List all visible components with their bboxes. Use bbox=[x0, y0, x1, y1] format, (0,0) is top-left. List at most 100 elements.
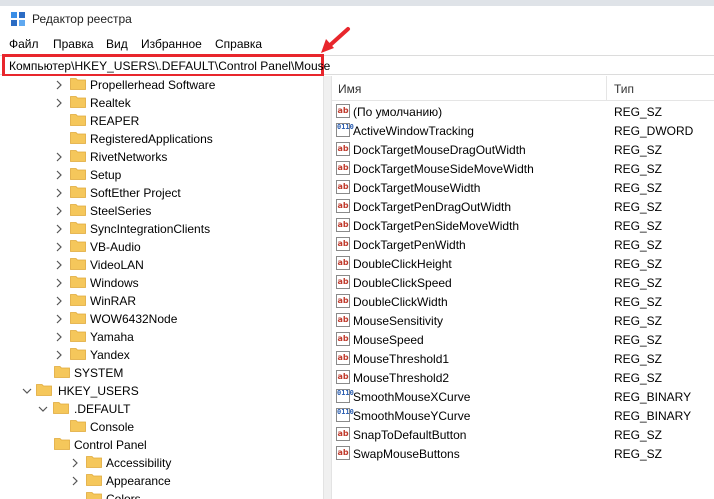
string-value-icon: ab bbox=[336, 446, 350, 460]
value-row[interactable]: ab MouseThreshold1 REG_SZ bbox=[332, 349, 714, 368]
tree-item[interactable]: Control Panel bbox=[0, 436, 323, 454]
value-name: DockTargetMouseWidth bbox=[353, 181, 481, 195]
tree-item[interactable]: Windows bbox=[0, 274, 323, 292]
tree-item[interactable]: Yandex bbox=[0, 346, 323, 364]
chevron-right-icon[interactable] bbox=[54, 259, 64, 271]
folder-icon bbox=[70, 204, 86, 216]
tree-item-label: HKEY_USERS bbox=[58, 384, 139, 398]
value-type: REG_SZ bbox=[614, 295, 663, 309]
value-row[interactable]: ab DockTargetMouseSideMoveWidth REG_SZ bbox=[332, 159, 714, 178]
tree-item[interactable]: RegisteredApplications bbox=[0, 130, 323, 148]
chevron-right-icon[interactable] bbox=[54, 205, 64, 217]
string-value-icon: ab bbox=[336, 161, 350, 175]
chevron-right-icon[interactable] bbox=[54, 187, 64, 199]
tree-item[interactable]: Yamaha bbox=[0, 328, 323, 346]
tree-item-label: SYSTEM bbox=[74, 366, 124, 380]
string-value-icon: ab bbox=[336, 237, 350, 251]
menu-file[interactable]: Файл bbox=[9, 37, 39, 51]
value-name: DoubleClickHeight bbox=[353, 257, 452, 271]
tree-item[interactable]: SYSTEM bbox=[0, 364, 323, 382]
menu-help[interactable]: Справка bbox=[215, 37, 262, 51]
value-row[interactable]: ab SnapToDefaultButton REG_SZ bbox=[332, 425, 714, 444]
tree-item-label: Control Panel bbox=[74, 438, 147, 452]
address-bar[interactable]: Компьютер\HKEY_USERS\.DEFAULT\Control Pa… bbox=[0, 54, 714, 77]
chevron-right-icon[interactable] bbox=[54, 151, 64, 163]
column-header: Имя Тип bbox=[332, 76, 714, 101]
column-name-header[interactable]: Имя bbox=[338, 82, 361, 96]
value-row[interactable]: ab DockTargetPenSideMoveWidth REG_SZ bbox=[332, 216, 714, 235]
tree-item-label: REAPER bbox=[90, 114, 140, 128]
value-row[interactable]: ab (По умолчанию) REG_SZ bbox=[332, 102, 714, 121]
tree-item[interactable]: VB-Audio bbox=[0, 238, 323, 256]
folder-icon bbox=[70, 222, 86, 234]
values-list[interactable]: Имя Тип ab (По умолчанию) REG_SZ 0110 Active… bbox=[332, 76, 714, 499]
menu-view[interactable]: Вид bbox=[106, 37, 128, 51]
value-row[interactable]: ab DockTargetPenWidth REG_SZ bbox=[332, 235, 714, 254]
string-value-icon: ab bbox=[336, 104, 350, 118]
tree-item[interactable]: Colors bbox=[0, 490, 323, 499]
chevron-right-icon[interactable] bbox=[70, 475, 80, 487]
tree-item[interactable]: Console bbox=[0, 418, 323, 436]
tree-item[interactable]: RivetNetworks bbox=[0, 148, 323, 166]
chevron-right-icon[interactable] bbox=[54, 97, 64, 109]
chevron-right-icon[interactable] bbox=[54, 349, 64, 361]
menu-favorites[interactable]: Избранное bbox=[141, 37, 202, 51]
value-name: DoubleClickWidth bbox=[353, 295, 448, 309]
tree-item[interactable]: VideoLAN bbox=[0, 256, 323, 274]
chevron-right-icon[interactable] bbox=[54, 241, 64, 253]
value-row[interactable]: ab MouseThreshold2 REG_SZ bbox=[332, 368, 714, 387]
value-type: REG_SZ bbox=[614, 352, 663, 366]
chevron-right-icon[interactable] bbox=[54, 79, 64, 91]
tree-item[interactable]: SyncIntegrationClients bbox=[0, 220, 323, 238]
value-row[interactable]: ab MouseSensitivity REG_SZ bbox=[332, 311, 714, 330]
folder-icon bbox=[54, 366, 70, 378]
tree-item[interactable]: Appearance bbox=[0, 472, 323, 490]
value-row[interactable]: ab DoubleClickHeight REG_SZ bbox=[332, 254, 714, 273]
tree-item[interactable]: Propellerhead Software bbox=[0, 76, 323, 94]
value-row[interactable]: ab DockTargetPenDragOutWidth REG_SZ bbox=[332, 197, 714, 216]
address-path[interactable]: Компьютер\HKEY_USERS\.DEFAULT\Control Pa… bbox=[9, 59, 330, 73]
chevron-right-icon[interactable] bbox=[54, 223, 64, 235]
value-row[interactable]: ab MouseSpeed REG_SZ bbox=[332, 330, 714, 349]
chevron-down-icon[interactable] bbox=[38, 403, 48, 415]
value-row[interactable]: ab DoubleClickWidth REG_SZ bbox=[332, 292, 714, 311]
tree-item[interactable]: Realtek bbox=[0, 94, 323, 112]
pane-splitter[interactable] bbox=[323, 76, 332, 499]
tree-item[interactable]: .DEFAULT bbox=[0, 400, 323, 418]
tree-item-label: Accessibility bbox=[106, 456, 172, 470]
value-row[interactable]: ab DoubleClickSpeed REG_SZ bbox=[332, 273, 714, 292]
chevron-right-icon[interactable] bbox=[70, 457, 80, 469]
tree-item[interactable]: Setup bbox=[0, 166, 323, 184]
tree-item[interactable]: HKEY_USERS bbox=[0, 382, 323, 400]
tree-item-label: SyncIntegrationClients bbox=[90, 222, 211, 236]
tree-item-label: Setup bbox=[90, 168, 122, 182]
value-type: REG_BINARY bbox=[614, 409, 692, 423]
folder-icon bbox=[70, 420, 86, 432]
value-row[interactable]: ab DockTargetMouseWidth REG_SZ bbox=[332, 178, 714, 197]
column-separator[interactable] bbox=[606, 76, 607, 100]
chevron-right-icon[interactable] bbox=[54, 331, 64, 343]
value-row[interactable]: ab SwapMouseButtons REG_SZ bbox=[332, 444, 714, 463]
value-row[interactable]: 0110 SmoothMouseXCurve REG_BINARY bbox=[332, 387, 714, 406]
tree-item[interactable]: Accessibility bbox=[0, 454, 323, 472]
tree-item-label: VB-Audio bbox=[90, 240, 141, 254]
address-highlight-box: Компьютер\HKEY_USERS\.DEFAULT\Control Pa… bbox=[2, 54, 330, 77]
chevron-right-icon[interactable] bbox=[54, 295, 64, 307]
value-row[interactable]: 0110 ActiveWindowTracking REG_DWORD bbox=[332, 121, 714, 140]
tree-item[interactable]: WOW6432Node bbox=[0, 310, 323, 328]
registry-tree[interactable]: Propellerhead Software Realtek REAPER Regis… bbox=[0, 76, 323, 499]
menu-edit[interactable]: Правка bbox=[53, 37, 94, 51]
value-row[interactable]: ab DockTargetMouseDragOutWidth REG_SZ bbox=[332, 140, 714, 159]
chevron-right-icon[interactable] bbox=[54, 169, 64, 181]
value-name: SmoothMouseYCurve bbox=[353, 409, 471, 423]
tree-item[interactable]: SoftEther Project bbox=[0, 184, 323, 202]
chevron-down-icon[interactable] bbox=[22, 385, 32, 397]
tree-item[interactable]: REAPER bbox=[0, 112, 323, 130]
value-type: REG_SZ bbox=[614, 219, 663, 233]
chevron-right-icon[interactable] bbox=[54, 277, 64, 289]
column-type-header[interactable]: Тип bbox=[614, 82, 634, 96]
tree-item[interactable]: WinRAR bbox=[0, 292, 323, 310]
tree-item[interactable]: SteelSeries bbox=[0, 202, 323, 220]
chevron-right-icon[interactable] bbox=[54, 313, 64, 325]
value-row[interactable]: 0110 SmoothMouseYCurve REG_BINARY bbox=[332, 406, 714, 425]
